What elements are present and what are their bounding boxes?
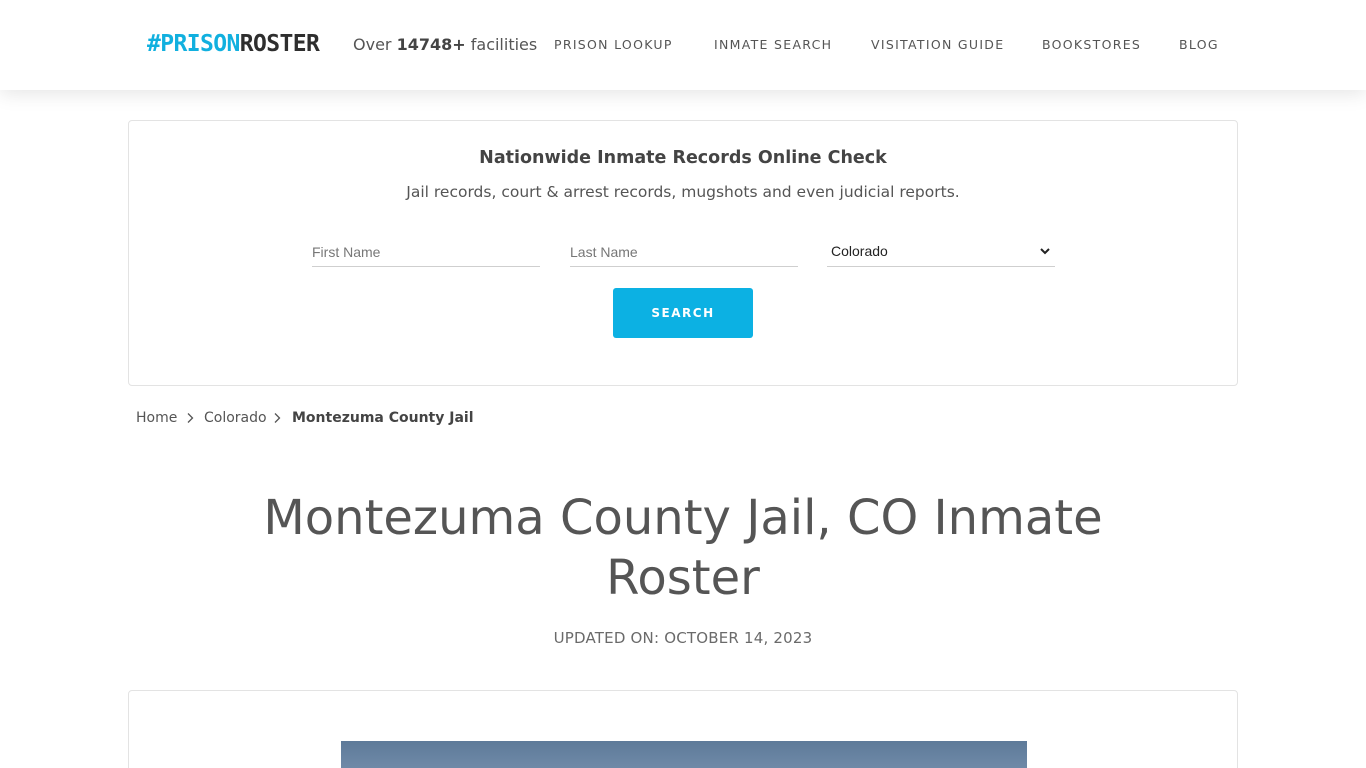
chevron-down-icon bbox=[1040, 248, 1050, 255]
first-name-input[interactable] bbox=[312, 237, 540, 267]
chevron-right-icon bbox=[274, 413, 281, 423]
nav-inmate-search[interactable]: INMATE SEARCH bbox=[714, 37, 832, 53]
state-select-value: Colorado bbox=[831, 243, 888, 259]
nav-bookstores[interactable]: BOOKSTORES bbox=[1042, 37, 1141, 53]
search-subtitle: Jail records, court & arrest records, mu… bbox=[406, 183, 960, 201]
facility-content-card bbox=[128, 690, 1238, 768]
facilities-suffix: facilities bbox=[470, 35, 538, 54]
updated-date: UPDATED ON: OCTOBER 14, 2023 bbox=[553, 629, 813, 647]
logo-hash: # bbox=[147, 31, 161, 57]
breadcrumb-home[interactable]: Home bbox=[136, 409, 177, 427]
state-select[interactable]: Colorado bbox=[827, 237, 1055, 267]
inmate-search-card: Nationwide Inmate Records Online Check J… bbox=[128, 120, 1238, 386]
facilities-number: 14748+ bbox=[396, 35, 466, 54]
facilities-prefix: Over bbox=[353, 35, 392, 54]
search-button[interactable]: SEARCH bbox=[613, 288, 753, 338]
last-name-input[interactable] bbox=[570, 237, 798, 267]
page-title: Montezuma County Jail, CO Inmate Roster bbox=[263, 490, 1103, 606]
logo-prison: PRISON bbox=[160, 31, 240, 57]
logo-roster: ROSTER bbox=[239, 31, 320, 57]
facility-photo bbox=[341, 741, 1027, 768]
site-header: #PRISONROSTER Over 14748+ facilities PRI… bbox=[0, 0, 1366, 90]
nav-prison-lookup[interactable]: PRISON LOOKUP bbox=[554, 37, 673, 53]
chevron-right-icon bbox=[187, 413, 194, 423]
site-logo[interactable]: #PRISONROSTER bbox=[147, 29, 320, 59]
nav-visitation-guide[interactable]: VISITATION GUIDE bbox=[871, 37, 1004, 53]
facilities-count: Over 14748+ facilities bbox=[353, 34, 537, 56]
search-title: Nationwide Inmate Records Online Check bbox=[479, 148, 887, 168]
breadcrumb-current: Montezuma County Jail bbox=[292, 410, 474, 426]
nav-blog[interactable]: BLOG bbox=[1179, 37, 1219, 53]
breadcrumb-state[interactable]: Colorado bbox=[204, 409, 267, 427]
